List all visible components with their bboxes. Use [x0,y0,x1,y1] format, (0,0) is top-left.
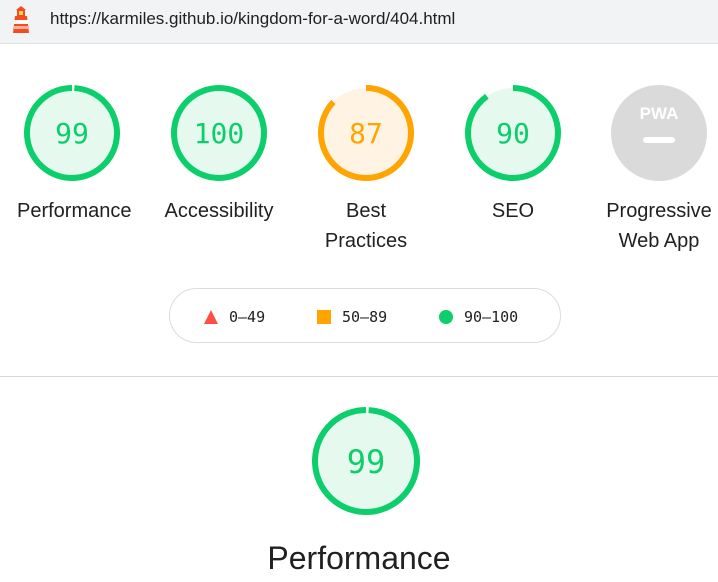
legend-pass-range: 90–100 [464,308,519,326]
gauge-performance-label: Performance [17,200,132,222]
page-url[interactable]: https://karmiles.github.io/kingdom-for-a… [50,9,455,29]
legend-pass: 90–100 [438,308,518,326]
circle-icon [439,310,453,324]
performance-section-gauge: 99 [311,406,421,521]
gauge-best-practices-ring: 87 [318,85,414,181]
legend-fail: 0–49 [203,308,265,326]
gauge-performance-ring: 99 [24,85,120,181]
performance-section-score: 99 [347,443,386,481]
pwa-badge-text: PWA [640,104,679,123]
gauge-best-practices-label-line1: Best [345,200,387,222]
gauge-pwa-label-line2: Web App [618,230,700,252]
gauge-pwa-label: Progressive Web App [594,196,718,256]
gauge-seo-ring: 90 [465,85,561,181]
address-bar: https://karmiles.github.io/kingdom-for-a… [0,0,718,44]
gauge-pwa[interactable]: PWA Progressive Web App [604,83,714,256]
legend-average: 50–89 [316,308,387,326]
section-divider [0,376,718,377]
performance-section-ring: 99 [312,406,420,515]
gauge-best-practices-label-line2: Practices [324,230,408,252]
gauge-accessibility[interactable]: 100 Accessibility [164,83,274,226]
square-icon [317,310,331,324]
gauge-best-practices[interactable]: 87 Best Practices [311,83,421,256]
gauge-accessibility-label: Accessibility [164,200,274,222]
gauge-accessibility-score: 100 [194,117,245,150]
gauge-seo-label: SEO [491,200,535,222]
performance-section-title: Performance [267,540,451,576]
gauge-pwa-label-line1: Progressive [606,200,712,222]
gauge-best-practices-score: 87 [349,117,383,150]
lighthouse-icon [13,6,29,33]
legend-average-range: 50–89 [342,308,388,326]
gauge-seo-score: 90 [496,117,530,150]
gauge-accessibility-ring: 100 [171,85,267,181]
pwa-badge-icon: PWA [611,85,707,181]
gauge-best-practices-label: Best Practices [311,196,421,256]
gauge-performance[interactable]: 99 Performance [17,83,132,226]
legend-fail-range: 0–49 [229,308,266,326]
gauge-seo[interactable]: 90 SEO [458,83,568,226]
triangle-icon [204,310,218,324]
score-scale-legend: 0–49 50–89 90–100 [169,288,561,343]
gauge-performance-score: 99 [55,117,89,150]
